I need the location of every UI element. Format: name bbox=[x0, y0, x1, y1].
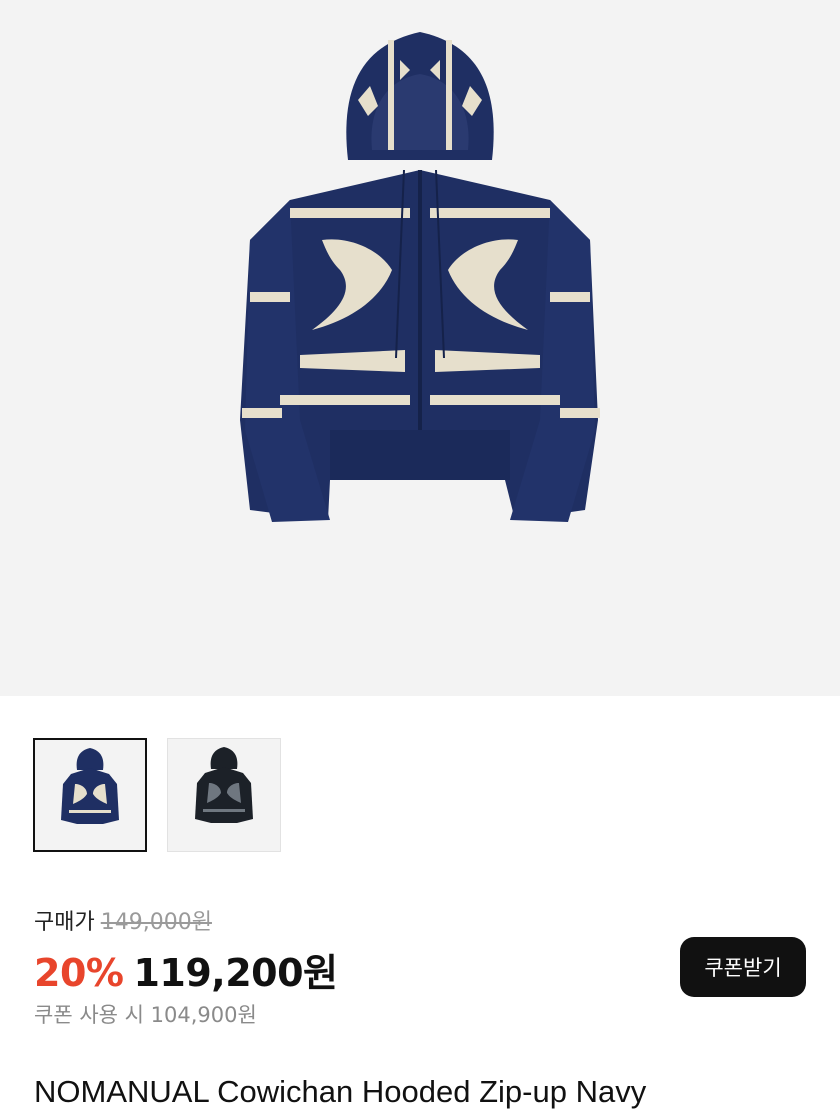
original-price: 149,000원 bbox=[100, 910, 212, 935]
price-label-row: 구매가 149,000원 bbox=[34, 904, 212, 936]
thumbnail-navy[interactable] bbox=[33, 738, 147, 852]
sale-price-row: 20% 119,200원 bbox=[34, 942, 338, 997]
thumbnail-black[interactable] bbox=[167, 738, 281, 852]
price-label: 구매가 bbox=[34, 910, 95, 935]
product-title: NOMANUAL Cowichan Hooded Zip-up Navy bbox=[34, 1074, 647, 1109]
sale-price: 119,200원 bbox=[133, 951, 338, 995]
get-coupon-button[interactable]: 쿠폰받기 bbox=[680, 937, 806, 997]
discount-rate: 20% bbox=[34, 951, 124, 995]
coupon-price: 쿠폰 사용 시 104,900원 bbox=[34, 1003, 257, 1027]
hoodie-illustration bbox=[240, 32, 600, 522]
product-main-image[interactable] bbox=[0, 0, 840, 696]
